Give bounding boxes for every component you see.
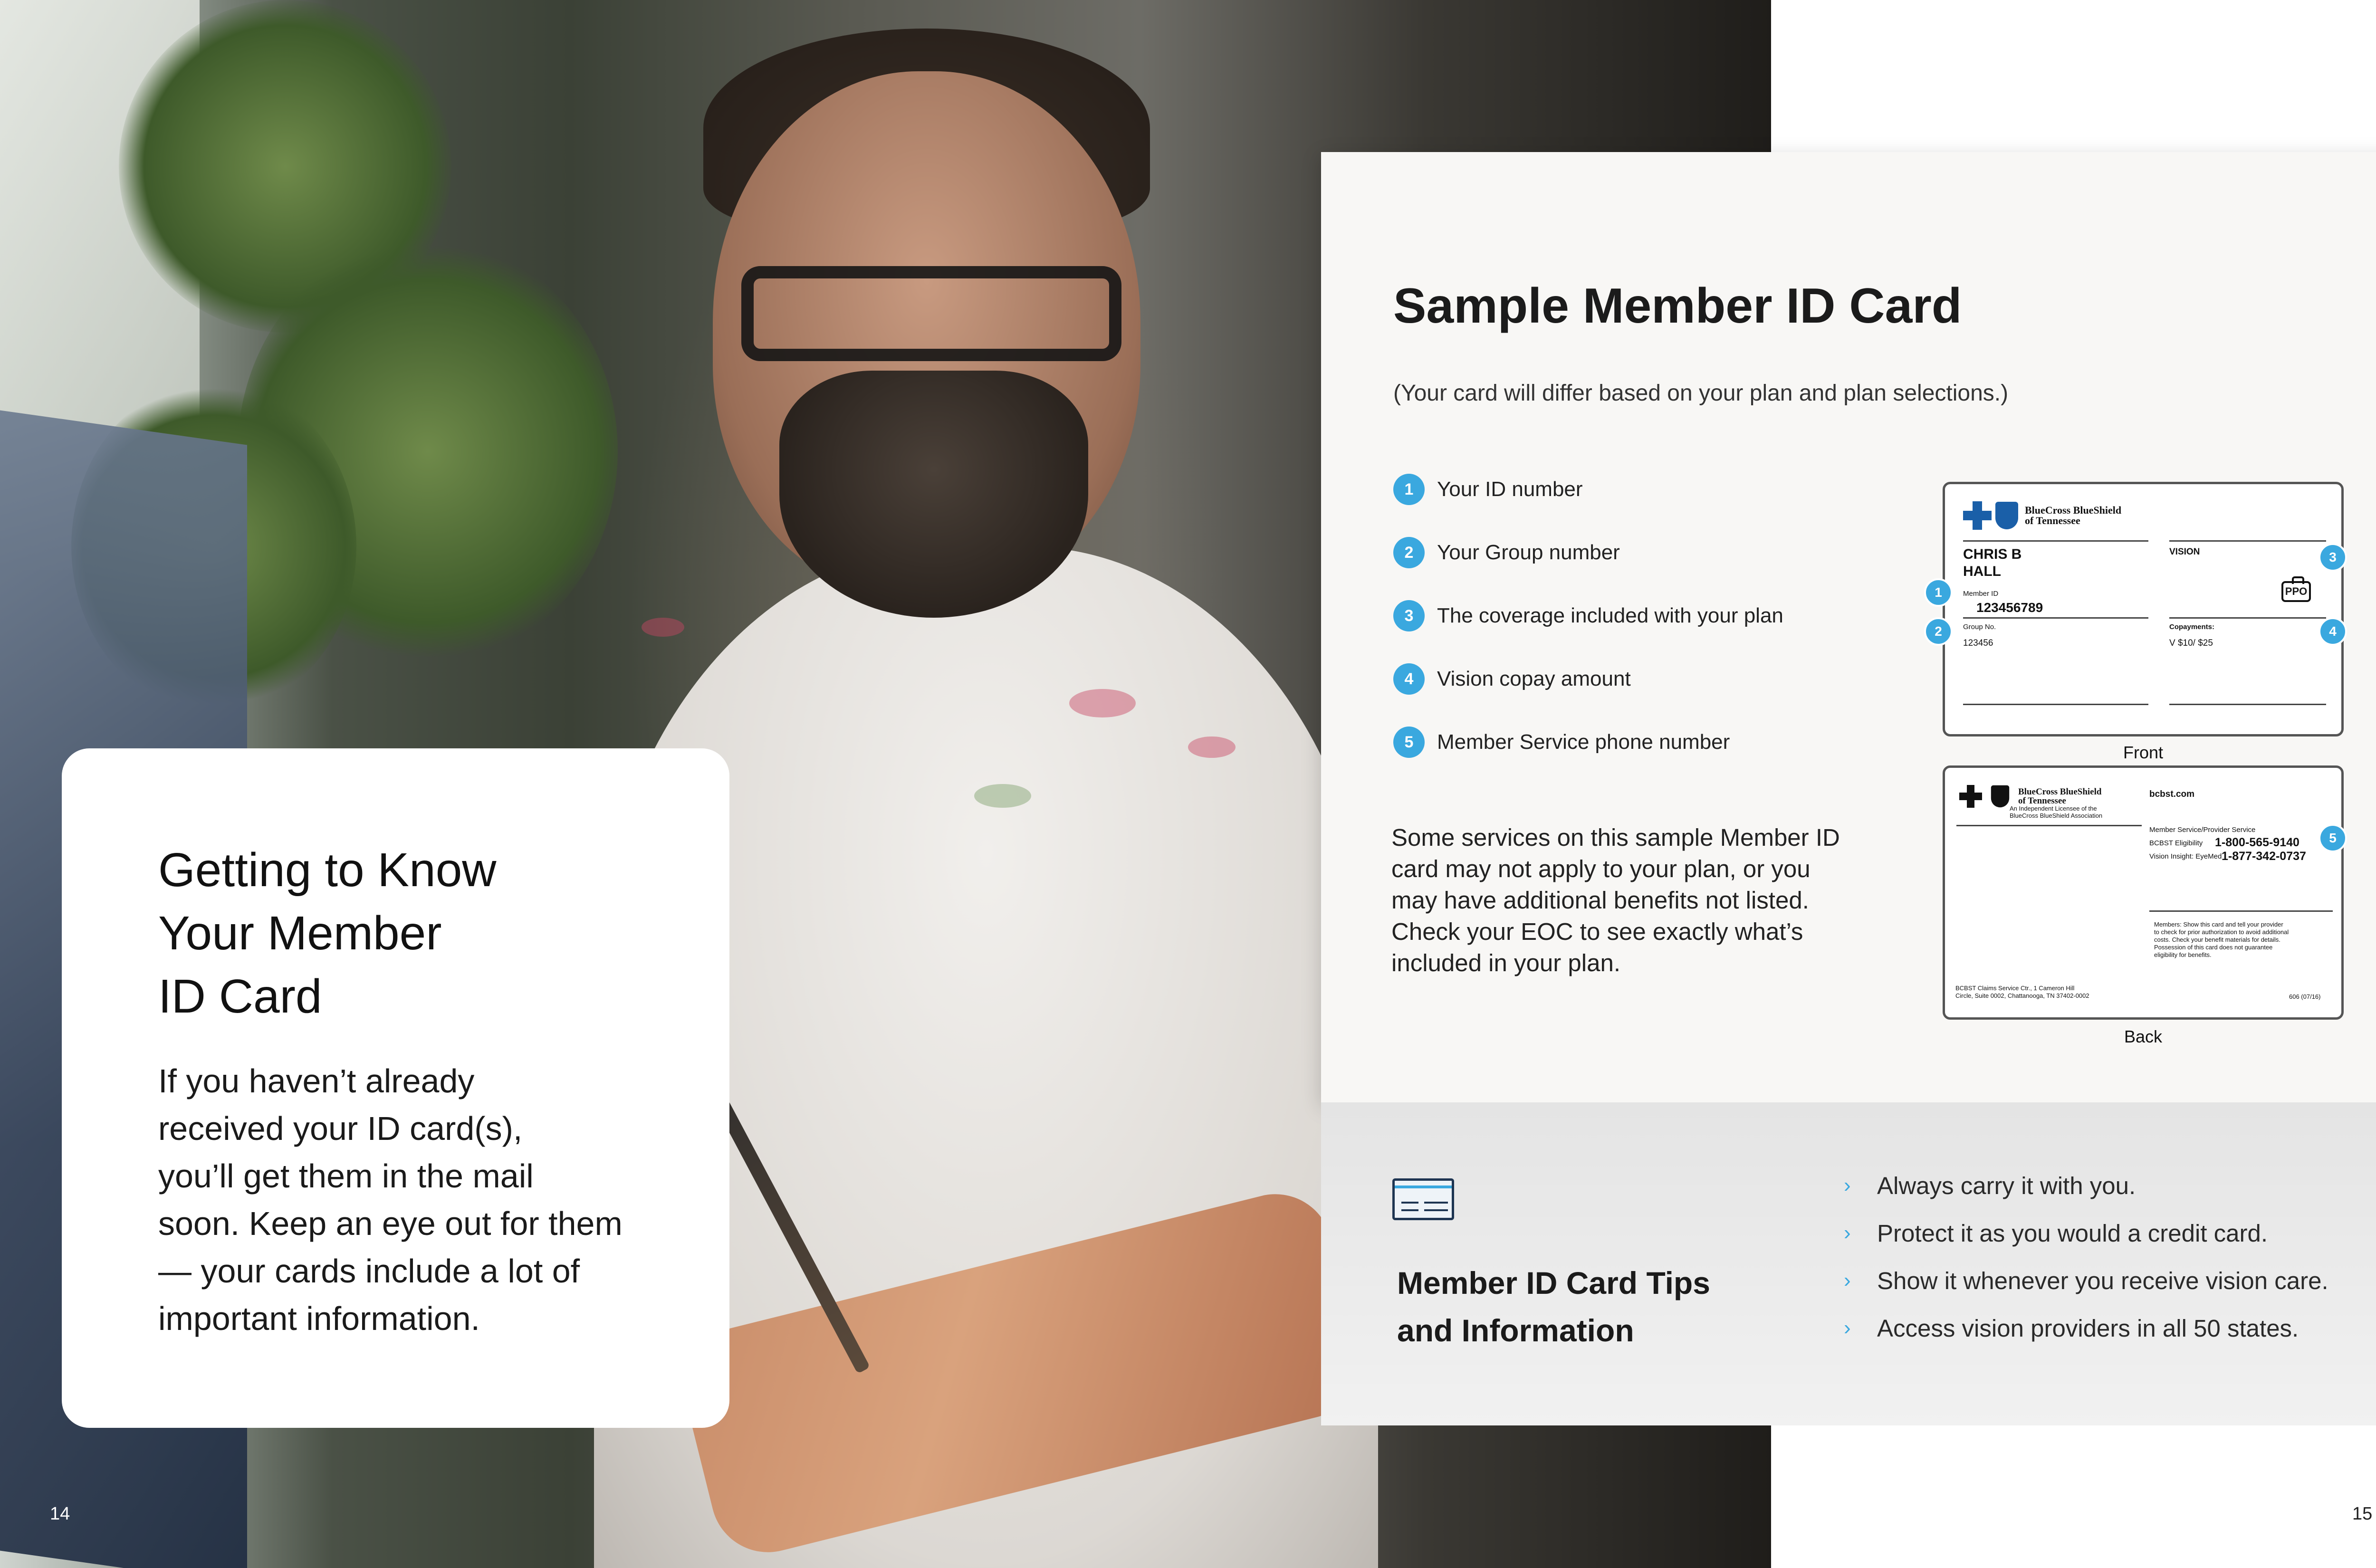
divider [1956, 825, 2142, 826]
callout-badge-3: 3 [2319, 543, 2347, 572]
divider [1963, 617, 2148, 619]
shield-logo-icon [1995, 502, 2018, 529]
card-line [1401, 1202, 1418, 1204]
legend-item: 3 The coverage included with your plan [1393, 599, 1783, 632]
intro-card: Getting to Know Your Member ID Card If y… [62, 748, 729, 1428]
card-line [1424, 1202, 1448, 1204]
number-badge: 4 [1393, 663, 1425, 695]
tip-item: › Show it whenever you receive vision ca… [1844, 1264, 2328, 1297]
beard [779, 371, 1088, 618]
divider [1963, 704, 2148, 705]
tip-item: › Protect it as you would a credit card. [1844, 1216, 2268, 1250]
paint-smudge [642, 618, 684, 637]
legend-label: The coverage included with your plan [1437, 604, 1783, 627]
tip-text: Protect it as you would a credit card. [1877, 1219, 2268, 1247]
chevron-right-icon: › [1844, 1269, 1851, 1292]
copay-value: V $10/ $25 [2169, 638, 2213, 648]
licensee-statement: An Independent Licensee of the BlueCross… [2010, 805, 2103, 819]
card-stripe [1395, 1186, 1452, 1188]
legend-label: Your ID number [1437, 478, 1583, 501]
front-caption: Front [2123, 743, 2164, 762]
divider [2169, 540, 2326, 542]
tip-text: Show it whenever you receive vision care… [1877, 1267, 2328, 1294]
legend-label: Member Service phone number [1437, 730, 1730, 754]
bcbst-logo: BlueCross BlueShield of Tennessee [1963, 501, 2121, 530]
logo-wordmark: BlueCross BlueShield of Tennessee [2018, 787, 2102, 806]
id-card-icon [1392, 1178, 1454, 1220]
id-card-front: BlueCross BlueShield of Tennessee CHRIS … [1924, 482, 2347, 736]
legend-item: 5 Member Service phone number [1393, 726, 1730, 759]
intro-body: If you haven’t already received your ID … [158, 1062, 623, 1337]
callout-badge-4: 4 [2319, 617, 2347, 646]
cross-logo-icon [1963, 501, 1992, 530]
tip-item: › Access vision providers in all 50 stat… [1844, 1311, 2299, 1345]
number-badge: 2 [1393, 537, 1425, 568]
eyeglasses [741, 266, 1121, 361]
tip-text: Access vision providers in all 50 states… [1877, 1314, 2299, 1342]
paint-smudge [974, 784, 1031, 808]
member-id-value: 123456789 [1976, 600, 2043, 615]
legend-item: 4 Vision copay amount [1393, 662, 1631, 696]
tips-title: Member ID Card Tips and Information [1397, 1265, 1710, 1348]
divider [1963, 540, 2148, 542]
sample-card-panel: Sample Member ID Card (Your card will di… [1321, 152, 2376, 1102]
number-badge: 5 [1393, 727, 1425, 758]
vision-label: Vision Insight: EyeMed [2149, 852, 2222, 860]
page-number-right: 15 [2352, 1504, 2373, 1524]
group-label: Group No. [1963, 623, 1996, 631]
website-text: bcbst.com [2149, 789, 2195, 799]
legend-item: 1 Your ID number [1393, 473, 1583, 506]
sample-title: Sample Member ID Card [1393, 278, 1962, 334]
callout-badge-1: 1 [1924, 578, 1953, 607]
chevron-right-icon: › [1844, 1316, 1851, 1339]
ppo-badge-text: PPO [2285, 585, 2308, 597]
callout-badge-2: 2 [1924, 617, 1953, 646]
card-line [1401, 1209, 1418, 1211]
chevron-right-icon: › [1844, 1174, 1851, 1197]
legend-item: 2 Your Group number [1393, 536, 1620, 569]
member-name: CHRIS B HALL [1963, 546, 2022, 579]
divider [2169, 617, 2326, 619]
group-value: 123456 [1963, 638, 1993, 648]
id-card-back: BlueCross BlueShield of Tennessee An Ind… [1943, 765, 2347, 1020]
ppo-badge-icon: PPO [2281, 576, 2311, 602]
form-code: 606 (07/16) [2289, 993, 2321, 1000]
divider [2149, 910, 2333, 912]
member-id-label: Member ID [1963, 590, 1999, 598]
copay-label: Copayments: [2169, 623, 2215, 631]
card-line [1424, 1209, 1448, 1211]
intro-title: Getting to Know Your Member ID Card [158, 843, 497, 1023]
tip-item: › Always carry it with you. [1844, 1169, 2136, 1202]
cross-logo-icon [1959, 785, 1982, 808]
number-badge: 3 [1393, 600, 1425, 631]
shield-logo-icon [1991, 785, 2010, 808]
divider [2169, 704, 2326, 705]
tips-panel: Member ID Card Tips and Information › Al… [1321, 1102, 2376, 1425]
eligibility-label: BCBST Eligibility [2149, 839, 2203, 847]
paint-smudge [1188, 736, 1236, 758]
back-caption: Back [2124, 1027, 2163, 1046]
paint-smudge [1069, 689, 1136, 717]
members-notice: Members: Show this card and tell your pr… [2154, 921, 2289, 958]
eligibility-phone: 1-800-565-9140 [2215, 836, 2299, 849]
sample-subtitle: (Your card will differ based on your pla… [1393, 381, 2009, 406]
number-badge: 1 [1393, 474, 1425, 505]
chevron-right-icon: › [1844, 1221, 1851, 1244]
disclaimer-note: Some services on this sample Member ID c… [1391, 824, 1840, 976]
vision-phone: 1-877-342-0737 [2222, 850, 2306, 863]
legend-label: Your Group number [1437, 541, 1620, 564]
tip-text: Always carry it with you. [1877, 1172, 2136, 1199]
claims-address: BCBST Claims Service Ctr., 1 Cameron Hil… [1955, 985, 2089, 999]
logo-wordmark: BlueCross BlueShield of Tennessee [2025, 504, 2122, 526]
callout-badge-5: 5 [2319, 824, 2347, 852]
page-number-left: 14 [50, 1504, 70, 1524]
coverage-label: VISION [2169, 547, 2200, 557]
legend-label: Vision copay amount [1437, 667, 1631, 690]
service-label: Member Service/Provider Service [2149, 826, 2256, 834]
